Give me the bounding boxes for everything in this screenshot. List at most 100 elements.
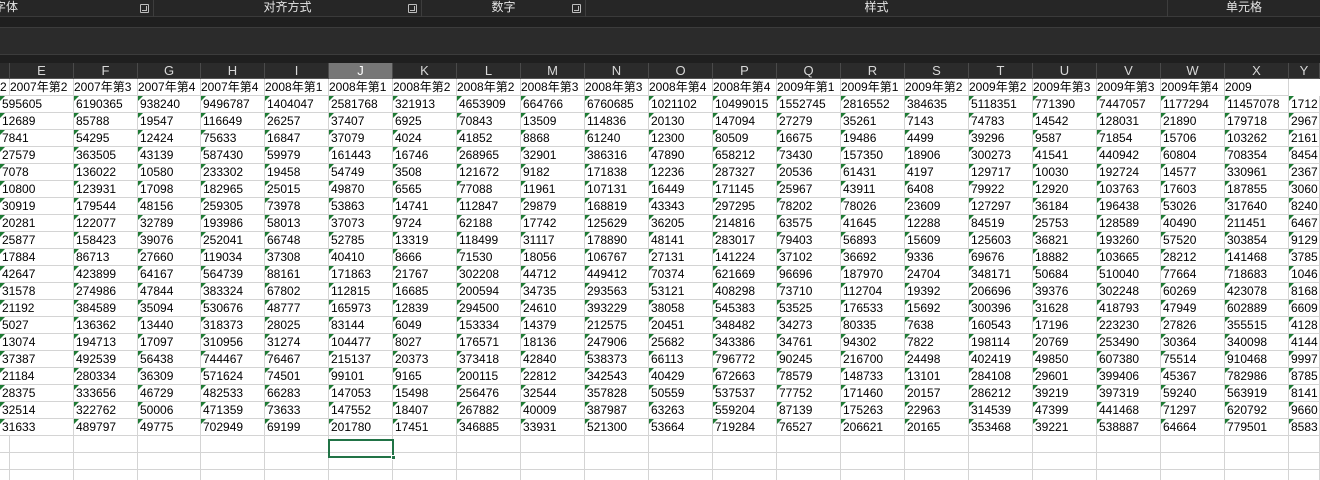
empty-cell[interactable] <box>1289 453 1320 470</box>
table-cell[interactable]: 6565 <box>393 181 457 198</box>
column-header-j[interactable]: J <box>329 63 393 79</box>
table-cell[interactable]: 157350 <box>841 147 905 164</box>
table-cell[interactable]: 125603 <box>969 232 1033 249</box>
table-cell[interactable]: 294500 <box>457 300 521 317</box>
table-cell[interactable]: 620792 <box>1225 402 1289 419</box>
table-cell[interactable]: 19547 <box>138 113 201 130</box>
table-cell[interactable]: 247906 <box>585 334 649 351</box>
table-cell[interactable]: 8454 <box>1289 147 1320 164</box>
table-cell[interactable]: 87139 <box>777 402 841 419</box>
table-cell[interactable]: 71530 <box>457 249 521 266</box>
table-cell[interactable]: 160543 <box>969 317 1033 334</box>
empty-cell[interactable] <box>969 453 1033 470</box>
table-cell[interactable]: 2816552 <box>841 96 905 113</box>
empty-cell[interactable] <box>649 436 713 453</box>
table-cell[interactable]: 34273 <box>777 317 841 334</box>
empty-cell[interactable] <box>457 470 521 480</box>
table-cell[interactable]: 158423 <box>74 232 138 249</box>
table-cell[interactable]: 43343 <box>649 198 713 215</box>
table-header-cell[interactable]: 2009年第2 <box>905 79 969 96</box>
empty-cell[interactable] <box>969 470 1033 480</box>
table-cell[interactable]: 310956 <box>201 334 265 351</box>
table-cell[interactable]: 125629 <box>585 215 649 232</box>
table-header-cell[interactable]: 2 <box>0 79 10 96</box>
table-cell[interactable]: 36692 <box>841 249 905 266</box>
table-cell[interactable]: 8583 <box>1289 419 1320 436</box>
column-header-k[interactable]: K <box>393 63 457 79</box>
table-cell[interactable]: 12424 <box>138 130 201 147</box>
table-cell[interactable]: 607380 <box>1097 351 1161 368</box>
table-cell[interactable]: 129717 <box>969 164 1033 181</box>
table-cell[interactable]: 193986 <box>201 215 265 232</box>
table-cell[interactable]: 19392 <box>905 283 969 300</box>
table-cell[interactable]: 16847 <box>265 130 329 147</box>
empty-cell[interactable] <box>10 436 74 453</box>
table-cell[interactable]: 26257 <box>265 113 329 130</box>
table-cell[interactable]: 355515 <box>1225 317 1289 334</box>
column-header-q[interactable]: Q <box>777 63 841 79</box>
table-cell[interactable]: 45367 <box>1161 368 1225 385</box>
table-cell[interactable]: 53026 <box>1161 198 1225 215</box>
table-cell[interactable]: 175263 <box>841 402 905 419</box>
table-cell[interactable]: 53863 <box>329 198 393 215</box>
table-cell[interactable]: 302208 <box>457 266 521 283</box>
table-cell[interactable]: 54295 <box>74 130 138 147</box>
table-cell[interactable]: 6467 <box>1289 215 1320 232</box>
empty-cell[interactable] <box>649 453 713 470</box>
table-cell[interactable]: 782986 <box>1225 368 1289 385</box>
table-cell[interactable]: 357828 <box>585 385 649 402</box>
table-cell[interactable]: 384589 <box>74 300 138 317</box>
empty-cell[interactable] <box>1033 453 1097 470</box>
table-cell[interactable]: 27279 <box>777 113 841 130</box>
table-cell[interactable]: 318373 <box>201 317 265 334</box>
table-cell[interactable]: 128031 <box>1097 113 1161 130</box>
empty-cell[interactable] <box>841 436 905 453</box>
table-cell[interactable]: 17097 <box>138 334 201 351</box>
empty-cell[interactable] <box>585 470 649 480</box>
table-cell[interactable]: 17884 <box>0 249 74 266</box>
table-cell[interactable]: 23609 <box>905 198 969 215</box>
empty-cell[interactable] <box>521 470 585 480</box>
table-cell[interactable]: 171145 <box>713 181 777 198</box>
table-header-cell[interactable]: 2008年第4 <box>649 79 713 96</box>
table-cell[interactable]: 571624 <box>201 368 265 385</box>
table-cell[interactable]: 20769 <box>1033 334 1097 351</box>
table-cell[interactable]: 300396 <box>969 300 1033 317</box>
table-cell[interactable]: 123931 <box>74 181 138 198</box>
table-cell[interactable]: 25753 <box>1033 215 1097 232</box>
table-cell[interactable]: 322762 <box>74 402 138 419</box>
empty-cell[interactable] <box>1289 436 1320 453</box>
table-cell[interactable]: 79403 <box>777 232 841 249</box>
column-header-n[interactable]: N <box>585 63 649 79</box>
table-cell[interactable]: 67802 <box>265 283 329 300</box>
table-cell[interactable]: 11457078 <box>1225 96 1289 113</box>
table-cell[interactable]: 1404047 <box>265 96 329 113</box>
table-cell[interactable]: 88161 <box>265 266 329 283</box>
table-cell[interactable]: 27579 <box>0 147 74 164</box>
empty-cell[interactable] <box>905 470 969 480</box>
table-cell[interactable]: 4197 <box>905 164 969 181</box>
table-cell[interactable]: 2161 <box>1289 130 1320 147</box>
table-cell[interactable]: 3060 <box>1289 181 1320 198</box>
table-cell[interactable]: 176533 <box>841 300 905 317</box>
table-cell[interactable]: 75633 <box>201 130 265 147</box>
table-cell[interactable]: 21184 <box>0 368 74 385</box>
table-cell[interactable]: 384635 <box>905 96 969 113</box>
table-header-cell[interactable]: 2008年第2 <box>457 79 521 96</box>
table-cell[interactable]: 215137 <box>329 351 393 368</box>
empty-cell[interactable] <box>265 436 329 453</box>
table-cell[interactable]: 587430 <box>201 147 265 164</box>
table-cell[interactable]: 212575 <box>585 317 649 334</box>
table-cell[interactable]: 200115 <box>457 368 521 385</box>
table-cell[interactable]: 399406 <box>1097 368 1161 385</box>
table-cell[interactable]: 90245 <box>777 351 841 368</box>
table-cell[interactable]: 17196 <box>1033 317 1097 334</box>
table-cell[interactable]: 280334 <box>74 368 138 385</box>
table-cell[interactable]: 383324 <box>201 283 265 300</box>
empty-cell[interactable] <box>138 436 201 453</box>
table-cell[interactable]: 287327 <box>713 164 777 181</box>
table-cell[interactable]: 20157 <box>905 385 969 402</box>
table-cell[interactable]: 293563 <box>585 283 649 300</box>
table-header-cell[interactable]: 2009年第2 <box>969 79 1033 96</box>
table-cell[interactable]: 112815 <box>329 283 393 300</box>
